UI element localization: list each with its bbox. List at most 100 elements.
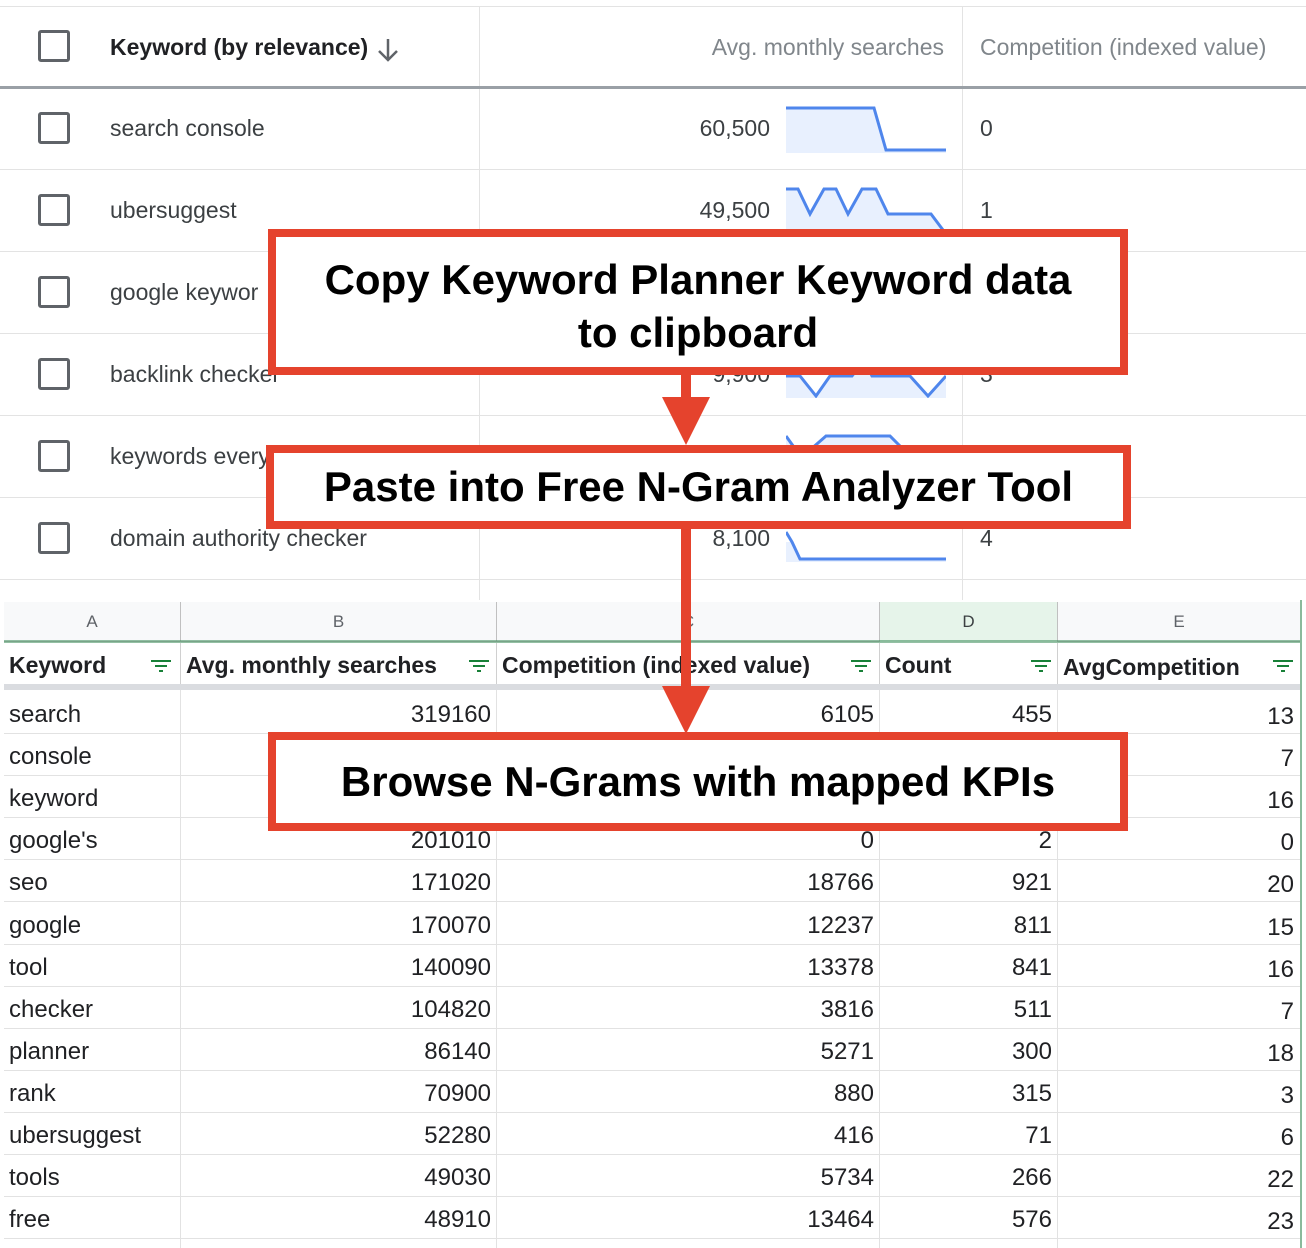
cell-searches[interactable]: 52280	[181, 1113, 497, 1155]
cell-competition[interactable]: 18766	[497, 860, 880, 902]
row-checkbox[interactable]	[38, 194, 70, 226]
cell-avg-competition[interactable]: 20	[1058, 860, 1300, 902]
header-competition: Competition (indexed value)	[502, 652, 810, 678]
cell-keyword[interactable]: console	[4, 734, 181, 776]
cell-avg-competition[interactable]: 18	[1058, 1029, 1300, 1071]
step-1-callout: Copy Keyword Planner Keyword data to cli…	[268, 229, 1128, 375]
cell-avg-competition[interactable]: 13	[1058, 692, 1300, 734]
cell-keyword[interactable]: google	[4, 903, 181, 945]
filter-icon[interactable]	[850, 658, 872, 674]
cell-count[interactable]: 71	[880, 1113, 1058, 1155]
column-letter-e[interactable]: E	[1058, 602, 1300, 642]
cell-avg-competition[interactable]: 23	[1058, 1197, 1300, 1239]
cell-avg-competition[interactable]: 7	[1058, 987, 1300, 1029]
cell-keyword[interactable]: rank	[4, 1071, 181, 1113]
column-letter-d[interactable]: D	[880, 602, 1058, 642]
cell-avg-competition[interactable]: 3	[1058, 1071, 1300, 1113]
cell-count[interactable]: 266	[880, 1155, 1058, 1197]
filter-icon[interactable]	[150, 658, 172, 674]
cell-count[interactable]: 511	[880, 987, 1058, 1029]
step-3-callout: Browse N-Grams with mapped KPIs	[268, 732, 1128, 831]
column-letter-bar: A B C D E	[4, 602, 1300, 642]
cell-keyword[interactable]: ubersuggest	[4, 1113, 181, 1155]
cell-searches[interactable]: 104820	[181, 987, 497, 1029]
row-keyword: domain authority checker	[110, 525, 367, 551]
header-cell[interactable]: Count	[880, 643, 1058, 687]
row-keyword: ubersuggest	[110, 197, 237, 223]
cell-competition[interactable]: 12237	[497, 903, 880, 945]
cell-searches[interactable]: 48910	[181, 1197, 497, 1239]
filter-icon[interactable]	[1272, 658, 1294, 674]
cell-avg-competition[interactable]: 15	[1058, 903, 1300, 945]
sort-down-arrow-icon[interactable]	[376, 36, 400, 64]
cell-searches[interactable]: 49030	[181, 1155, 497, 1197]
selection-edge	[1300, 600, 1302, 1248]
select-all-checkbox[interactable]	[38, 30, 70, 62]
column-letter-a[interactable]: A	[4, 602, 181, 642]
column-letter-b[interactable]: B	[181, 602, 497, 642]
cell-searches[interactable]: 170070	[181, 903, 497, 945]
header-cell[interactable]: Keyword	[4, 643, 181, 687]
row-checkbox[interactable]	[38, 276, 70, 308]
cell-count[interactable]: 300	[880, 1029, 1058, 1071]
cell-searches[interactable]: 171020	[181, 860, 497, 902]
header-keyword: Keyword	[9, 652, 107, 678]
filter-icon[interactable]	[1030, 658, 1052, 674]
cell-keyword[interactable]: tools	[4, 1155, 181, 1197]
cell-competition[interactable]: 5734	[497, 1155, 880, 1197]
header-avg-monthly-searches: Avg. monthly searches	[186, 652, 437, 678]
table-row: checker 104820 3816 511 7	[4, 987, 1300, 1029]
header-avg-competition: AvgCompetition	[1063, 654, 1240, 680]
cell-competition[interactable]: 5271	[497, 1029, 880, 1071]
trend-sparkline	[786, 106, 946, 153]
cell-avg-competition[interactable]: 6	[1058, 1113, 1300, 1155]
cell-keyword[interactable]: checker	[4, 987, 181, 1029]
header-avg-monthly-searches[interactable]: Avg. monthly searches	[712, 34, 944, 61]
cell-keyword[interactable]: tool	[4, 945, 181, 987]
cell-count[interactable]: 315	[880, 1071, 1058, 1113]
down-arrow-icon	[662, 686, 710, 734]
step-2-text: Paste into Free N-Gram Analyzer Tool	[323, 463, 1074, 510]
header-cell[interactable]: AvgCompetition	[1058, 643, 1300, 687]
table-row: tools 49030 5734 266 22	[4, 1155, 1300, 1198]
cell-count[interactable]: 841	[880, 945, 1058, 987]
cell-competition[interactable]: 3816	[497, 987, 880, 1029]
row-checkbox[interactable]	[38, 358, 70, 390]
table-row: seo 171020 18766 921 20	[4, 860, 1300, 903]
cell-competition[interactable]: 13378	[497, 945, 880, 987]
cell-avg-competition[interactable]: 22	[1058, 1155, 1300, 1197]
cell-count[interactable]: 576	[880, 1197, 1058, 1239]
cell-competition[interactable]: 880	[497, 1071, 880, 1113]
row-searches: 60,500	[699, 115, 770, 141]
cell-searches[interactable]: 140090	[181, 945, 497, 987]
filter-icon[interactable]	[468, 658, 490, 674]
cell-count[interactable]: 455	[880, 692, 1058, 734]
spreadsheet: A B C D E Keyword Avg. monthly searches …	[0, 600, 1306, 1248]
header-keyword[interactable]: Keyword (by relevance)	[110, 34, 368, 61]
row-searches: 8,100	[712, 525, 770, 551]
cell-keyword[interactable]: seo	[4, 860, 181, 902]
cell-searches[interactable]: 70900	[181, 1071, 497, 1113]
header-count: Count	[885, 652, 952, 678]
cell-avg-competition[interactable]: 16	[1058, 945, 1300, 987]
sheet-header-row: Keyword Avg. monthly searches Competitio…	[4, 643, 1300, 687]
row-checkbox[interactable]	[38, 112, 70, 144]
cell-count[interactable]: 921	[880, 860, 1058, 902]
cell-keyword[interactable]: google's	[4, 818, 181, 860]
cell-searches[interactable]: 86140	[181, 1029, 497, 1071]
cell-searches[interactable]: 319160	[181, 692, 497, 734]
row-checkbox[interactable]	[38, 440, 70, 472]
header-competition[interactable]: Competition (indexed value)	[980, 34, 1266, 61]
cell-competition[interactable]: 13464	[497, 1197, 880, 1239]
cell-keyword[interactable]: free	[4, 1197, 181, 1239]
table-row: ubersuggest 52280 416 71 6	[4, 1113, 1300, 1155]
table-header: Keyword (by relevance) Avg. monthly sear…	[0, 6, 1306, 88]
cell-count[interactable]: 811	[880, 903, 1058, 945]
cell-keyword[interactable]: keyword	[4, 776, 181, 818]
table-row: rank 70900 880 315 3	[4, 1071, 1300, 1113]
cell-keyword[interactable]: search	[4, 692, 181, 734]
header-cell[interactable]: Avg. monthly searches	[181, 643, 497, 687]
row-checkbox[interactable]	[38, 522, 70, 554]
cell-keyword[interactable]: planner	[4, 1029, 181, 1071]
cell-competition[interactable]: 416	[497, 1113, 880, 1155]
